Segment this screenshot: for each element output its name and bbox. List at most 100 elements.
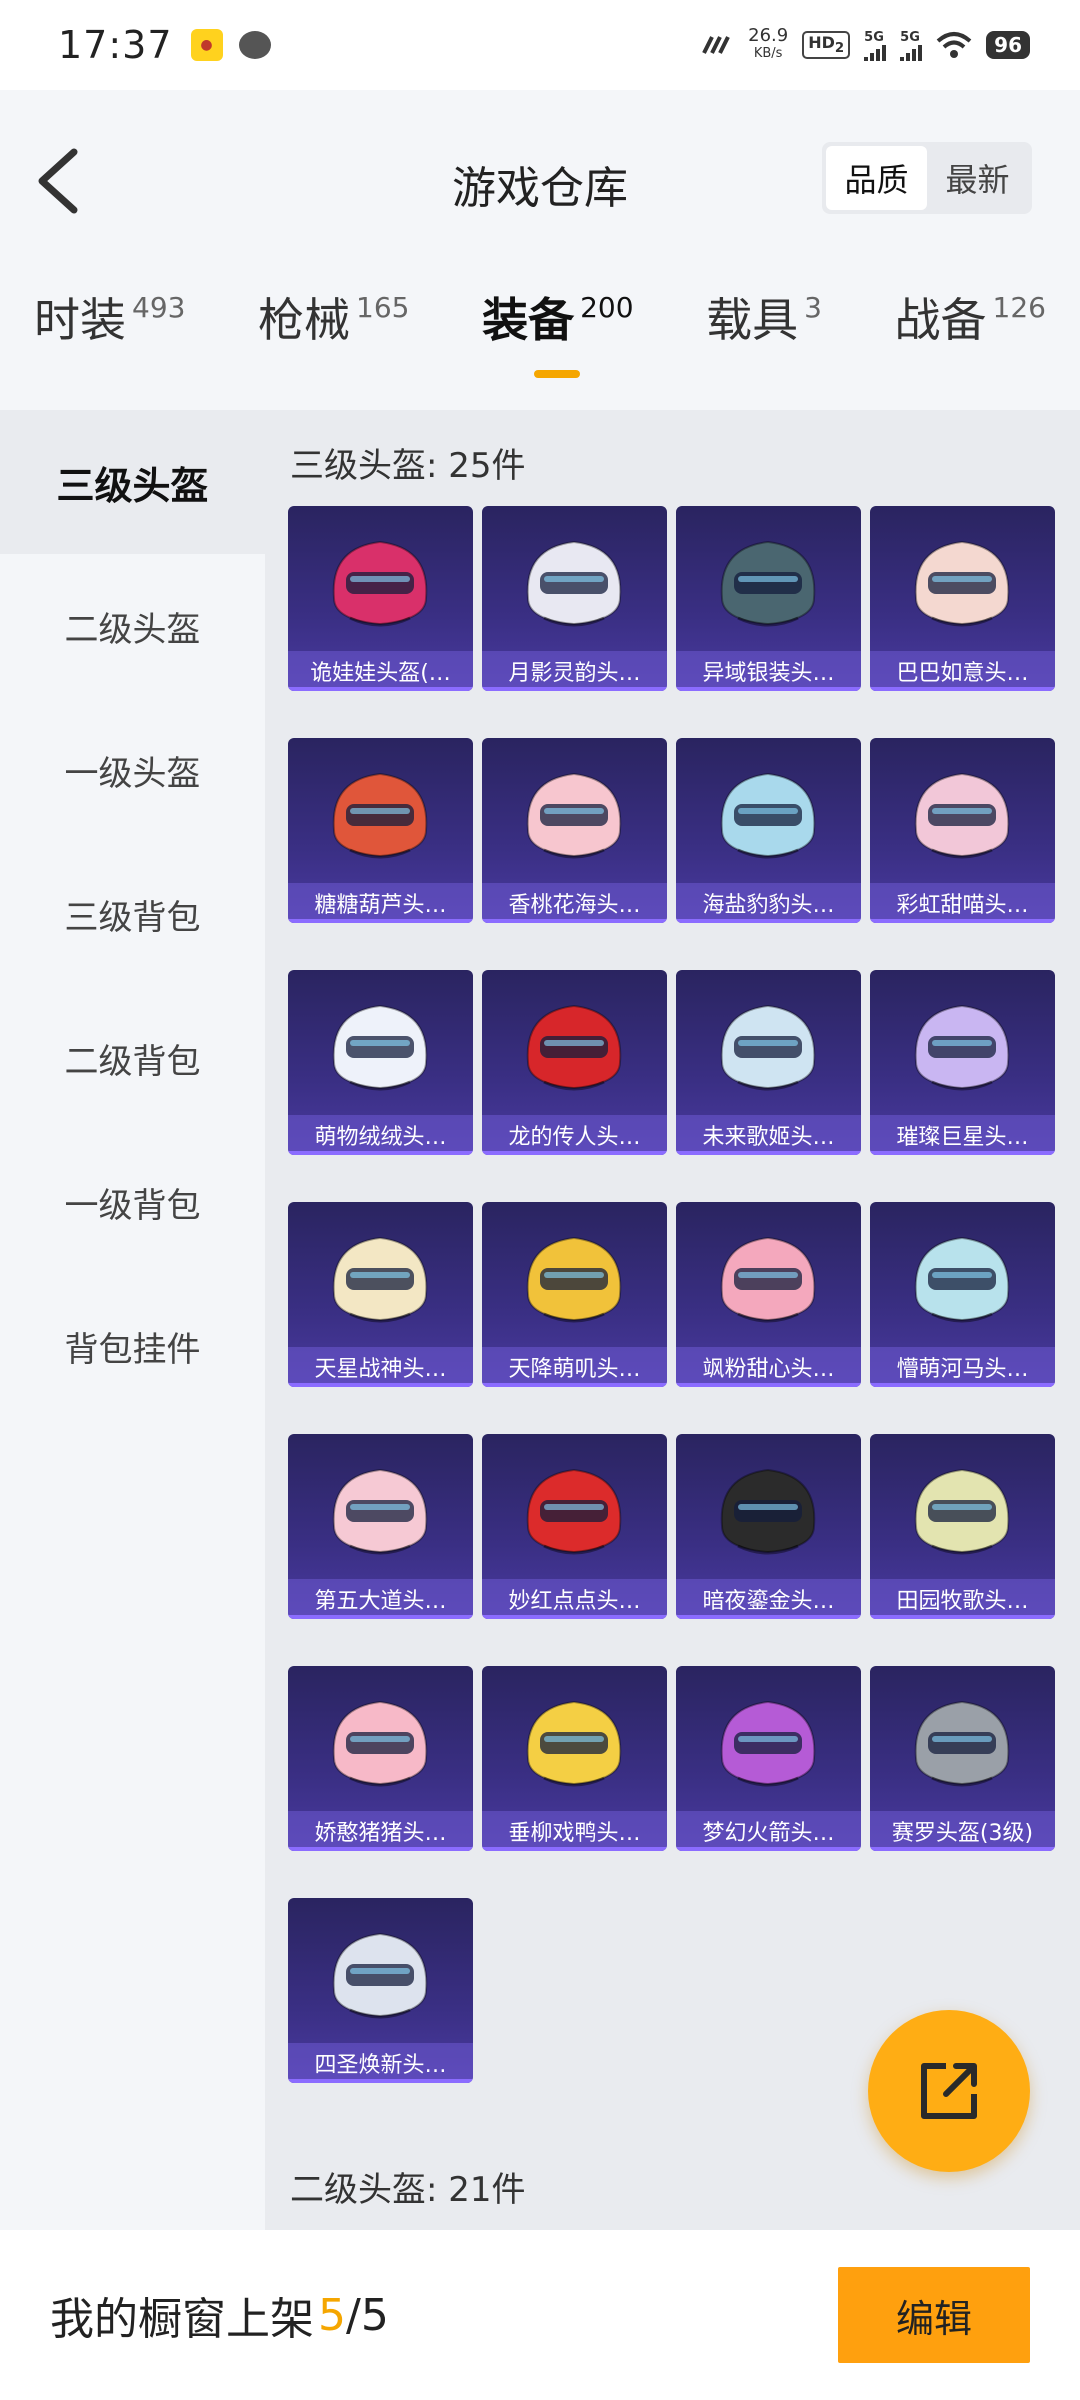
tab-weapons[interactable]: 枪械 165 [258, 290, 409, 400]
tab-count: 126 [992, 291, 1046, 324]
showcase-bar: 我的橱窗上架 5 /5 编辑 [0, 2230, 1080, 2400]
quality-bar [482, 1615, 667, 1619]
item-name: 海盐豹豹头… [676, 883, 861, 923]
item-card[interactable]: 异域银装头… [676, 506, 861, 691]
item-card[interactable]: 妙红点点头… [482, 1434, 667, 1619]
sidebar: 三级头盔 二级头盔 一级头盔 三级背包 二级背包 一级背包 背包挂件 [0, 410, 265, 2230]
tab-count: 165 [356, 291, 410, 324]
item-card[interactable]: 香桃花海头… [482, 738, 667, 923]
item-name: 天降萌叽头… [482, 1347, 667, 1387]
tab-count: 3 [804, 291, 822, 324]
helmet-icon [914, 1700, 1010, 1787]
wifi-icon [936, 32, 972, 58]
item-name: 诡娃娃头盔(… [288, 651, 473, 691]
quality-bar [870, 1615, 1055, 1619]
item-name: 娇憨猪猪头… [288, 1811, 473, 1851]
quality-bar [288, 1383, 473, 1387]
battery-level: 96 [986, 31, 1030, 59]
sort-toggle[interactable]: 品质 最新 [822, 142, 1032, 214]
item-name: 璀璨巨星头… [870, 1115, 1055, 1155]
showcase-label: 我的橱窗上架 [50, 2294, 314, 2345]
item-card[interactable]: 月影灵韵头… [482, 506, 667, 691]
helmet-icon [720, 1236, 816, 1323]
hd-sub: 2 [834, 41, 845, 57]
quality-bar [870, 687, 1055, 691]
helmet-icon [332, 540, 428, 627]
item-card[interactable]: 诡娃娃头盔(… [288, 506, 473, 691]
signal-bars-icon [900, 44, 923, 61]
network-speed-unit: KB/s [753, 46, 783, 61]
quality-bar [482, 1151, 667, 1155]
helmet-icon [332, 1700, 428, 1787]
item-card[interactable]: 娇憨猪猪头… [288, 1666, 473, 1851]
item-card[interactable]: 巴巴如意头… [870, 506, 1055, 691]
item-name: 赛罗头盔(3级) [870, 1811, 1055, 1851]
helmet-icon [914, 1236, 1010, 1323]
item-name: 龙的传人头… [482, 1115, 667, 1155]
quality-bar [482, 1383, 667, 1387]
sidebar-item-backpack-charm[interactable]: 背包挂件 [0, 1274, 265, 1418]
item-card[interactable]: 天星战神头… [288, 1202, 473, 1387]
helmet-icon [526, 1004, 622, 1091]
item-list-panel: 三级头盔: 25件 诡娃娃头盔(… 月影灵韵头… 异域银装头… 巴巴如意头… 糖糖葫芦头… [265, 410, 1080, 2240]
share-button[interactable] [868, 2010, 1030, 2172]
item-card[interactable]: 海盐豹豹头… [676, 738, 861, 923]
quality-bar [676, 1151, 861, 1155]
item-card[interactable]: 懵萌河马头… [870, 1202, 1055, 1387]
item-card[interactable]: 垂柳戏鸭头… [482, 1666, 667, 1851]
item-card[interactable]: 梦幻火箭头… [676, 1666, 861, 1851]
sidebar-item-level3-backpack[interactable]: 三级背包 [0, 842, 265, 986]
showcase-count: 5 [318, 2289, 346, 2341]
quality-bar [870, 1847, 1055, 1851]
showcase-total: /5 [346, 2289, 389, 2341]
sort-option-quality[interactable]: 品质 [826, 146, 927, 210]
quality-bar [870, 1383, 1055, 1387]
quality-bar [288, 1151, 473, 1155]
quality-bar [676, 1383, 861, 1387]
helmet-icon [914, 1468, 1010, 1555]
status-bar: 17:37 ● 26.9 KB/s HD2 5G 5G 96 [0, 0, 1080, 90]
quality-bar [482, 687, 667, 691]
tab-combat-gear[interactable]: 战备 126 [895, 290, 1046, 400]
helmet-icon [914, 1004, 1010, 1091]
app-notification-icon: ● [190, 29, 223, 61]
item-card[interactable]: 璀璨巨星头… [870, 970, 1055, 1155]
helmet-icon [332, 772, 428, 859]
signal-bars-icon [864, 44, 887, 61]
helmet-icon [720, 772, 816, 859]
tab-equipment[interactable]: 装备 200 [482, 290, 634, 400]
sidebar-item-level2-backpack[interactable]: 二级背包 [0, 986, 265, 1130]
hd-label: HD [808, 33, 835, 53]
edit-button[interactable]: 编辑 [838, 2267, 1030, 2363]
sidebar-item-level2-helmet[interactable]: 二级头盔 [0, 554, 265, 698]
item-card[interactable]: 飒粉甜心头… [676, 1202, 861, 1387]
item-card[interactable]: 第五大道头… [288, 1434, 473, 1619]
item-name: 月影灵韵头… [482, 651, 667, 691]
sort-option-newest[interactable]: 最新 [927, 146, 1028, 210]
item-name: 梦幻火箭头… [676, 1811, 861, 1851]
tab-count: 493 [132, 291, 186, 324]
tab-vehicles[interactable]: 载具 3 [706, 290, 822, 400]
tab-fashion[interactable]: 时装 493 [34, 290, 185, 400]
quality-bar [288, 2079, 473, 2083]
item-card[interactable]: 田园牧歌头… [870, 1434, 1055, 1619]
item-card[interactable]: 天降萌叽头… [482, 1202, 667, 1387]
item-card[interactable]: 四圣焕新头… [288, 1898, 473, 2083]
item-card[interactable]: 彩虹甜喵头… [870, 738, 1055, 923]
sidebar-item-level1-helmet[interactable]: 一级头盔 [0, 698, 265, 842]
sidebar-item-level1-backpack[interactable]: 一级背包 [0, 1130, 265, 1274]
item-card[interactable]: 龙的传人头… [482, 970, 667, 1155]
item-card[interactable]: 赛罗头盔(3级) [870, 1666, 1055, 1851]
sidebar-item-level3-helmet[interactable]: 三级头盔 [0, 410, 265, 554]
item-card[interactable]: 未来歌姬头… [676, 970, 861, 1155]
item-card[interactable]: 糖糖葫芦头… [288, 738, 473, 923]
quality-bar [676, 687, 861, 691]
item-name: 未来歌姬头… [676, 1115, 861, 1155]
item-card[interactable]: 萌物绒绒头… [288, 970, 473, 1155]
item-name: 第五大道头… [288, 1579, 473, 1619]
message-notification-icon [238, 31, 271, 59]
item-name: 异域银装头… [676, 651, 861, 691]
quality-bar [288, 919, 473, 923]
item-card[interactable]: 暗夜鎏金头… [676, 1434, 861, 1619]
helmet-icon [720, 540, 816, 627]
